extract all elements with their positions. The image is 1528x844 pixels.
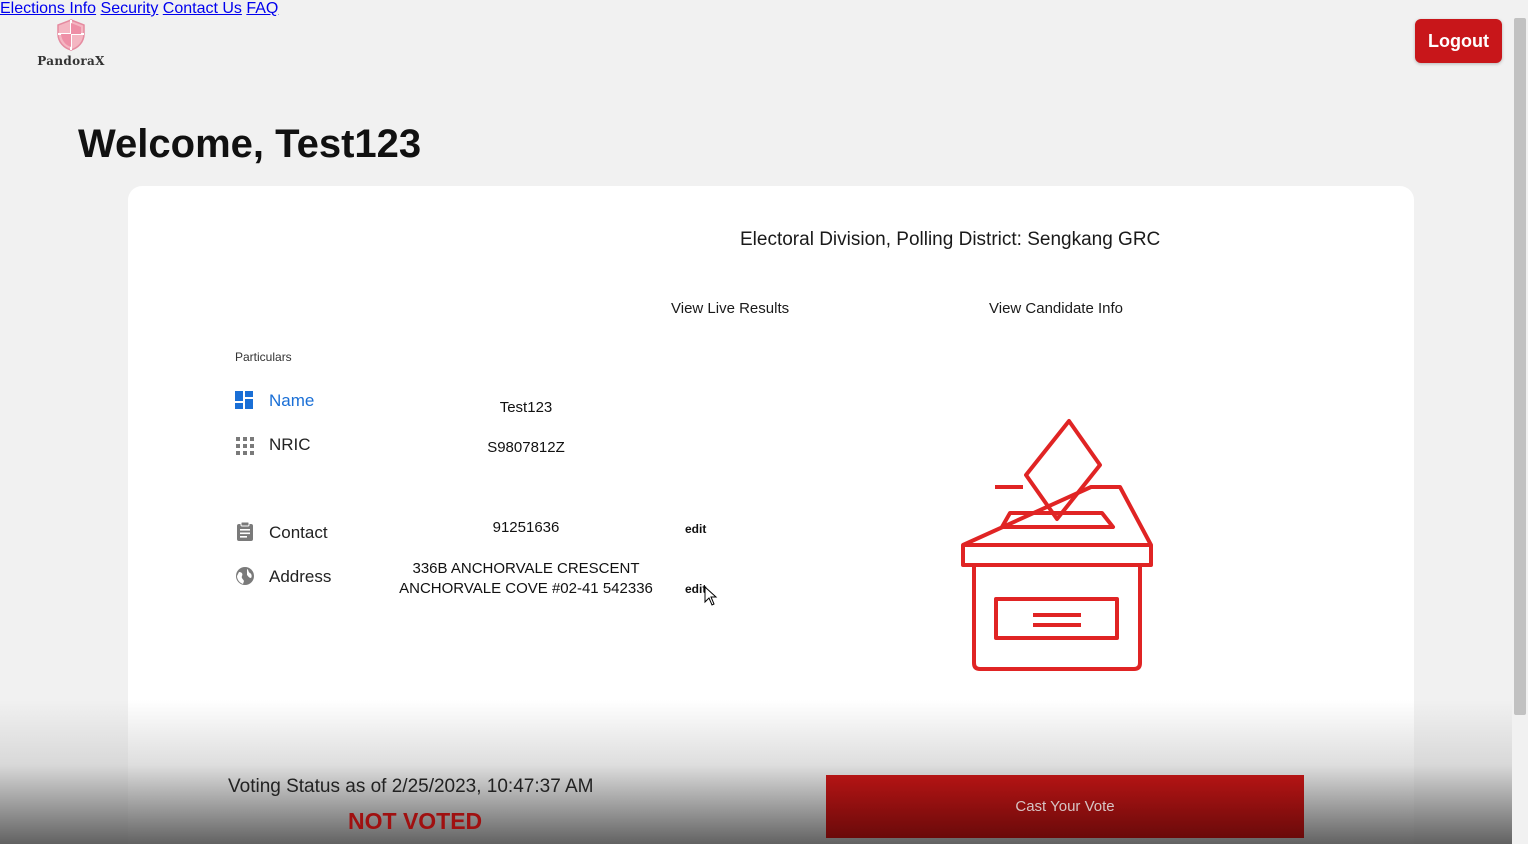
name-value: Test123 <box>499 399 553 416</box>
nav-security[interactable]: Security <box>101 0 159 17</box>
nav-faq[interactable]: FAQ <box>246 0 278 17</box>
nric-label: NRIC <box>269 435 311 454</box>
nav-contact-us[interactable]: Contact Us <box>163 0 242 17</box>
dashboard-icon <box>235 391 253 409</box>
clipboard-icon <box>237 521 253 541</box>
brand-logo[interactable]: PandoraX <box>34 18 108 68</box>
mouse-cursor-icon <box>704 586 718 606</box>
nric-value: S9807812Z <box>487 439 565 456</box>
brand-name: PandoraX <box>37 54 105 68</box>
contact-label: Contact <box>269 523 328 542</box>
edit-contact-link[interactable]: edit <box>685 522 706 536</box>
particulars-heading: Particulars <box>235 350 292 364</box>
electoral-division-text: Electoral Division, Polling District: Se… <box>740 229 1161 250</box>
view-candidate-info-link[interactable]: View Candidate Info <box>989 300 1123 317</box>
shield-logo-icon <box>57 19 85 51</box>
welcome-heading: Welcome, Test123 <box>78 122 422 166</box>
address-line-2: ANCHORVALE COVE #02-41 542336 <box>399 580 653 597</box>
address-label: Address <box>269 567 332 586</box>
scrollbar-thumb[interactable] <box>1514 18 1526 715</box>
cast-vote-button[interactable]: Cast Your Vote <box>826 775 1304 838</box>
nav-elections-info[interactable]: Elections Info <box>0 0 96 17</box>
top-nav: Elections Info Security Contact Us FAQ <box>0 0 1528 18</box>
contact-value: 91251636 <box>492 519 560 536</box>
grid-icon <box>236 437 254 455</box>
voting-status-value: NOT VOTED <box>348 808 483 834</box>
view-live-results-link[interactable]: View Live Results <box>671 300 789 317</box>
ballot-box-icon <box>961 419 1153 671</box>
name-label: Name <box>269 391 315 410</box>
globe-icon <box>236 567 254 585</box>
address-value: 336B ANCHORVALE CRESCENT ANCHORVALE COVE… <box>380 559 672 599</box>
voting-status-text: Voting Status as of 2/25/2023, 10:47:37 … <box>228 776 594 797</box>
logout-button[interactable]: Logout <box>1415 19 1502 63</box>
address-line-1: 336B ANCHORVALE CRESCENT <box>412 560 640 577</box>
